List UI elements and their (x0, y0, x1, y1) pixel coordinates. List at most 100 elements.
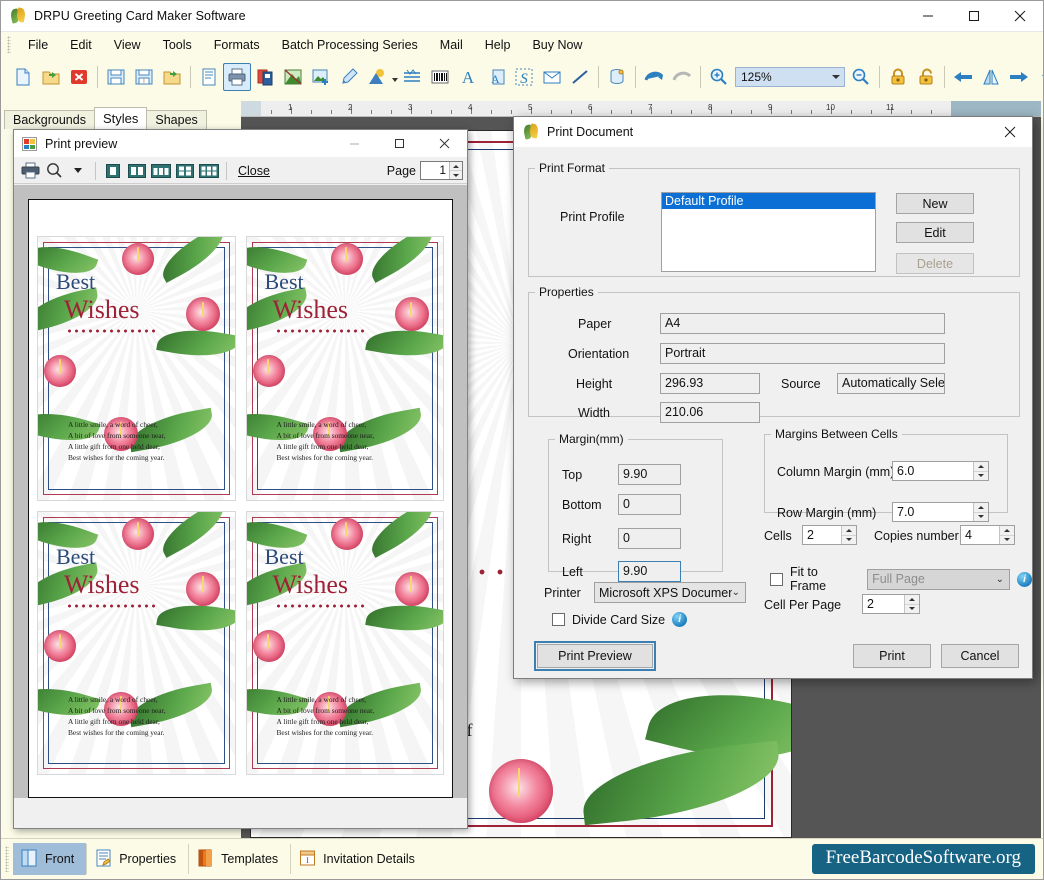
card-copy-icon[interactable] (251, 63, 279, 91)
height-field[interactable]: 296.93 (660, 373, 760, 394)
print-preview-body[interactable]: Best Wishes A little smile, a word of ch… (14, 185, 467, 798)
spinner-up-icon[interactable] (905, 595, 919, 605)
print-button[interactable]: Print (853, 644, 931, 668)
spinner-buttons[interactable] (904, 595, 919, 613)
cell-per-page-spinner[interactable]: 2 (862, 594, 920, 614)
column-margin-spinner[interactable]: 6.0 (892, 461, 989, 481)
divide-card-size-checkbox[interactable] (552, 613, 565, 626)
open-recent-icon[interactable] (158, 63, 186, 91)
statusbar-tab-templates[interactable]: Templates (189, 843, 290, 875)
print-profile-listbox[interactable]: Default Profile (661, 192, 876, 272)
align-right-icon[interactable] (1005, 63, 1033, 91)
close-document-icon[interactable] (65, 63, 93, 91)
spinner-buttons[interactable] (999, 526, 1014, 544)
edit-profile-button[interactable]: Edit (896, 222, 974, 243)
spinner-buttons[interactable] (841, 526, 856, 544)
zoom-out-icon[interactable] (847, 63, 875, 91)
signature-icon[interactable]: S (510, 63, 538, 91)
print-icon[interactable] (223, 62, 251, 91)
zoom-level-combobox[interactable]: 125% (735, 66, 845, 87)
save-as-icon[interactable]: I (130, 63, 158, 91)
minimize-icon[interactable] (905, 1, 951, 32)
spinner-up-icon[interactable] (1000, 526, 1014, 536)
zoom-in-icon[interactable] (705, 63, 733, 91)
menu-item-edit[interactable]: Edit (59, 35, 103, 55)
close-icon[interactable] (422, 130, 467, 158)
spinner-down-icon[interactable] (974, 512, 988, 521)
fit-to-frame-checkbox[interactable] (770, 572, 783, 586)
menu-item-formats[interactable]: Formats (203, 35, 271, 55)
menu-item-file[interactable]: File (17, 35, 59, 55)
barcode-wave-icon[interactable] (398, 63, 426, 91)
copies-number-spinner[interactable]: 4 (960, 525, 1015, 545)
spinner-down-icon[interactable] (842, 535, 856, 544)
barcode-icon[interactable] (426, 63, 454, 91)
printer-combobox[interactable]: Microsoft XPS Document ⌄ (594, 582, 746, 603)
tab-styles[interactable]: Styles (93, 107, 148, 129)
statusbar-tab-invitation-details[interactable]: I Invitation Details (291, 843, 427, 875)
spinner-up-icon[interactable] (974, 503, 988, 513)
align-top-icon[interactable] (1033, 63, 1043, 91)
orientation-field[interactable]: Portrait (660, 343, 945, 364)
database-icon[interactable] (603, 63, 631, 91)
statusbar-tab-front[interactable]: Front (13, 843, 87, 875)
spinner-buttons[interactable] (973, 462, 988, 480)
text-style-icon[interactable]: A (482, 63, 510, 91)
line-icon[interactable] (566, 63, 594, 91)
four-pages-icon[interactable] (173, 160, 197, 182)
pen-icon[interactable] (335, 63, 363, 91)
spinner-buttons[interactable] (973, 503, 988, 521)
image-icon[interactable] (279, 63, 307, 91)
menu-item-batch-processing-series[interactable]: Batch Processing Series (271, 35, 429, 55)
source-field[interactable]: Automatically Selec (837, 373, 945, 394)
new-document-icon[interactable] (9, 63, 37, 91)
chevron-down-icon[interactable] (66, 160, 90, 182)
two-pages-icon[interactable] (125, 160, 149, 182)
spinner-up-icon[interactable] (974, 462, 988, 472)
close-icon[interactable] (997, 1, 1043, 32)
menu-item-buy-now[interactable]: Buy Now (521, 35, 593, 55)
row-margin-spinner[interactable]: 7.0 (892, 502, 989, 522)
shape-icon[interactable] (363, 63, 391, 91)
menu-item-tools[interactable]: Tools (152, 35, 203, 55)
magnifier-icon[interactable] (42, 160, 66, 182)
print-profile-item[interactable]: Default Profile (662, 193, 875, 209)
menu-item-view[interactable]: View (103, 35, 152, 55)
six-pages-icon[interactable] (197, 160, 221, 182)
save-icon[interactable] (102, 63, 130, 91)
statusbar-tab-properties[interactable]: Properties (87, 843, 188, 875)
width-field[interactable]: 210.06 (660, 402, 760, 423)
text-icon[interactable]: A (454, 63, 482, 91)
open-folder-icon[interactable] (37, 63, 65, 91)
close-icon[interactable] (988, 117, 1032, 147)
menu-item-help[interactable]: Help (474, 35, 522, 55)
paper-field[interactable]: A4 (660, 313, 945, 334)
spinner-down-icon[interactable] (1000, 535, 1014, 544)
align-left-icon[interactable] (949, 63, 977, 91)
margin-top-field[interactable]: 9.90 (618, 464, 681, 485)
spinner-down-icon[interactable] (974, 471, 988, 480)
maximize-icon[interactable] (951, 1, 997, 32)
spinner-up-icon[interactable] (842, 526, 856, 536)
undo-icon[interactable] (640, 63, 668, 91)
one-page-icon[interactable] (101, 160, 125, 182)
page-number-spinner[interactable]: 1 (420, 161, 463, 180)
three-pages-icon[interactable] (149, 160, 173, 182)
cancel-button[interactable]: Cancel (941, 644, 1019, 668)
flip-horizontal-icon[interactable] (977, 63, 1005, 91)
print-preview-close-button[interactable]: Close (232, 162, 276, 180)
tab-backgrounds[interactable]: Backgrounds (4, 110, 95, 129)
redo-icon[interactable] (668, 63, 696, 91)
margin-right-field[interactable]: 0 (618, 528, 681, 549)
margin-left-field[interactable]: 9.90 (618, 561, 681, 582)
new-profile-button[interactable]: New (896, 193, 974, 214)
spinner-up-icon[interactable] (450, 162, 462, 171)
maximize-icon[interactable] (377, 130, 422, 158)
info-icon[interactable]: i (1017, 571, 1032, 587)
spinner-down-icon[interactable] (450, 171, 462, 179)
page-spinner-buttons[interactable] (449, 162, 462, 179)
envelope-icon[interactable] (538, 63, 566, 91)
print-preview-button[interactable]: Print Preview (534, 641, 656, 671)
page-setup-icon[interactable] (195, 63, 223, 91)
info-icon[interactable]: i (672, 612, 688, 627)
